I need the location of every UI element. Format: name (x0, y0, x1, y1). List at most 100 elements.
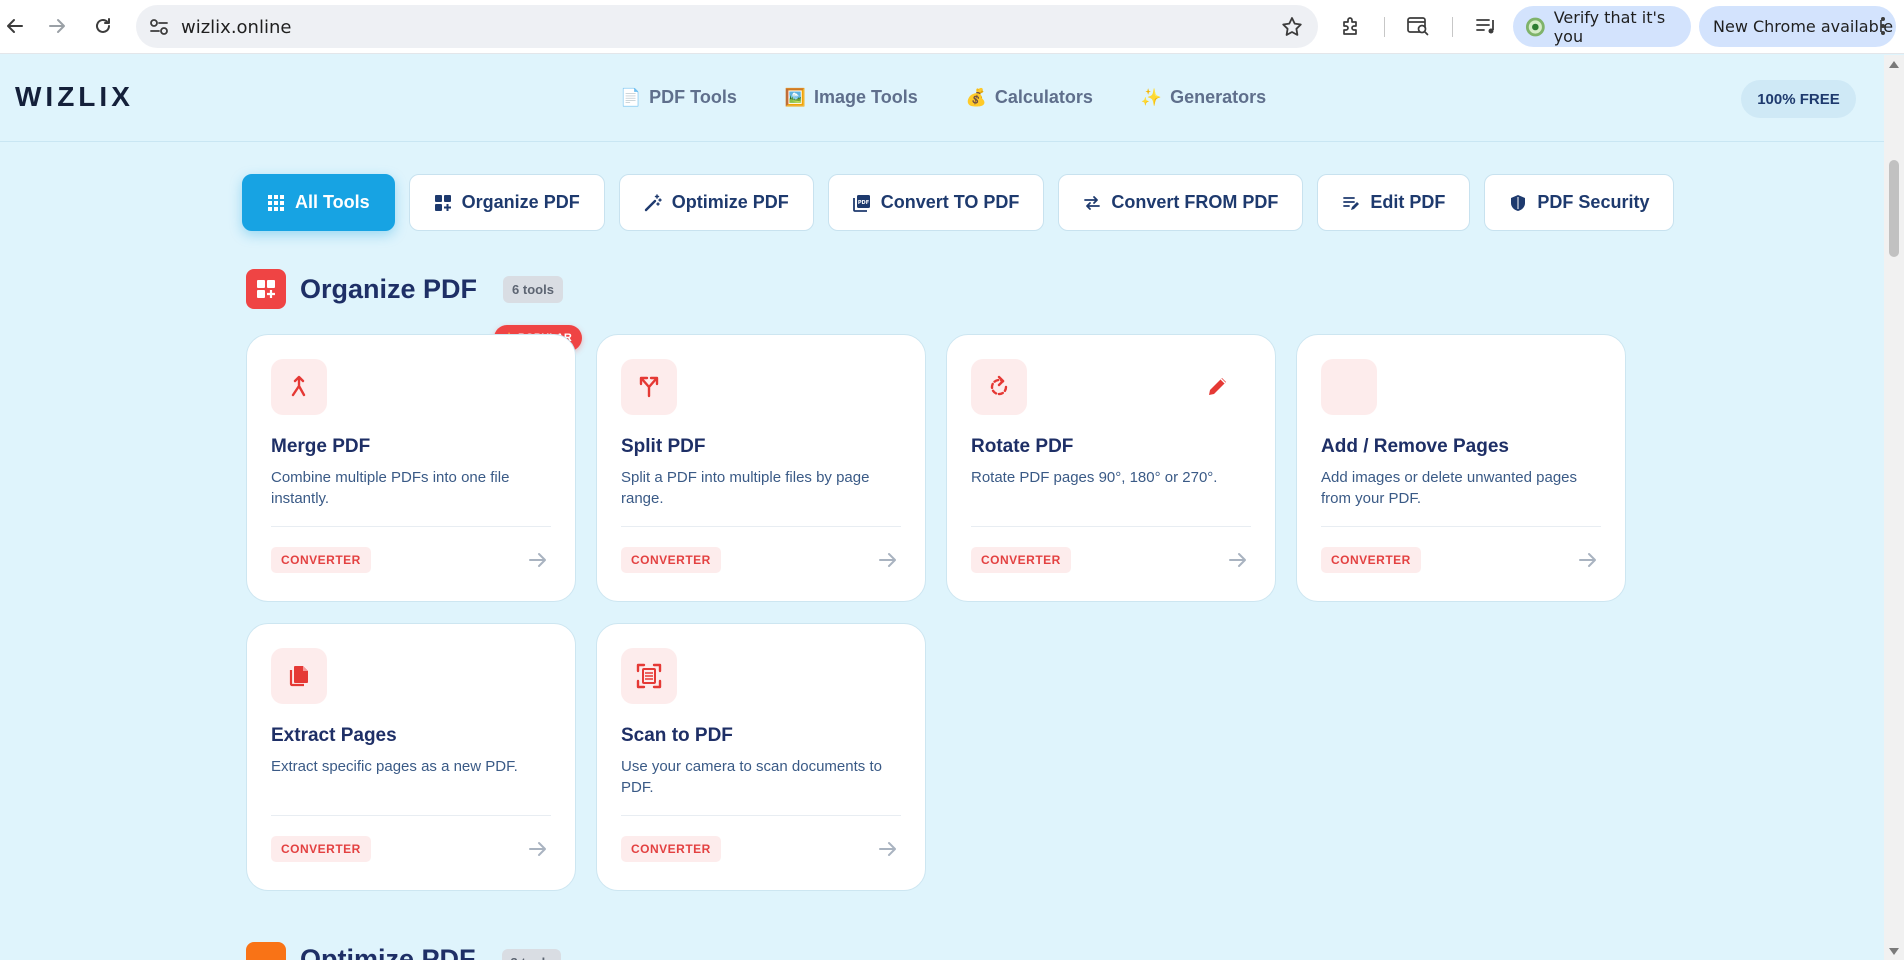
card-tag: CONVERTER (271, 836, 371, 862)
reload-icon (96, 18, 110, 33)
new-chrome-label: New Chrome available (1713, 17, 1894, 36)
extensions-button[interactable] (1337, 12, 1365, 40)
scroll-up-arrow-icon[interactable] (1889, 61, 1899, 68)
address-bar[interactable]: wizlix.online (136, 5, 1318, 48)
back-button[interactable] (0, 11, 30, 41)
card-tag: CONVERTER (621, 547, 721, 573)
organize-icon (257, 280, 275, 298)
card-description: Extract specific pages as a new PDF. (271, 758, 518, 775)
swap-arrows-icon (1084, 195, 1101, 210)
reload-button[interactable] (88, 11, 118, 41)
card-description: Add images or delete unwanted pages from… (1321, 469, 1578, 507)
category-tabs: All Tools Organize PDF Optimize PDF PDF … (242, 174, 1675, 231)
arrow-right-icon[interactable] (527, 549, 549, 571)
card-tag: CONVERTER (271, 547, 371, 573)
toolbar-separator (1452, 17, 1453, 37)
card-divider (271, 815, 551, 816)
profile-avatar-icon (1525, 17, 1545, 36)
nav-label: Image Tools (814, 87, 918, 107)
section-title: Optimize PDF (300, 943, 476, 960)
tool-card-split-pdf[interactable]: Split PDF Split a PDF into multiple file… (596, 334, 926, 602)
playlist-icon (1476, 19, 1494, 34)
forward-button[interactable] (42, 11, 72, 41)
card-divider (621, 815, 901, 816)
media-controls-button[interactable] (1472, 12, 1500, 40)
tab-convert-from-pdf[interactable]: Convert FROM PDF (1058, 174, 1304, 231)
nav-label: Generators (1170, 87, 1267, 107)
page-scrollbar[interactable] (1884, 55, 1904, 960)
card-title: Add / Remove Pages (1321, 436, 1509, 457)
card-divider (621, 526, 901, 527)
url-text[interactable]: wizlix.online (181, 17, 291, 38)
money-bag-emoji-icon: 💰 (965, 87, 987, 107)
pdf-emoji-icon: 📄 (620, 87, 642, 107)
tab-edit-pdf[interactable]: Edit PDF (1317, 174, 1471, 231)
tab-organize-pdf[interactable]: Organize PDF (408, 174, 605, 231)
card-divider (271, 526, 551, 527)
tool-card-rotate-pdf[interactable]: Rotate PDF Rotate PDF pages 90°, 180° or… (946, 334, 1276, 602)
nav-calculators[interactable]: 💰 Calculators (966, 87, 1093, 108)
arrow-right-icon[interactable] (877, 549, 899, 571)
edit-lines-icon (1343, 196, 1360, 210)
verify-identity-button[interactable]: Verify that it's you (1513, 6, 1691, 47)
card-description: Use your camera to scan documents to PDF… (621, 758, 882, 796)
tab-optimize-pdf[interactable]: Optimize PDF (618, 174, 814, 231)
tool-count-badge: 6 tools (503, 275, 563, 303)
organize-icon (434, 194, 451, 211)
nav-label: Calculators (994, 87, 1093, 107)
arrow-right-icon[interactable] (1577, 549, 1599, 571)
card-description: Rotate PDF pages 90°, 180° or 270°. (971, 469, 1218, 486)
nav-generators[interactable]: ✨ Generators (1141, 87, 1266, 108)
rotate-icon (990, 375, 1008, 396)
tab-search-button[interactable] (1404, 12, 1432, 40)
card-description: Split a PDF into multiple files by page … (621, 469, 870, 507)
tool-card-add-remove-pages[interactable]: Add / Remove Pages Add images or delete … (1296, 334, 1626, 602)
svg-text:PDF: PDF (858, 200, 869, 206)
site-settings-icon[interactable] (148, 17, 170, 37)
pdf-file-icon: PDF (852, 194, 870, 212)
tab-label: All Tools (295, 192, 370, 212)
card-icon-tile (1321, 359, 1377, 415)
shield-icon (1511, 194, 1526, 211)
tab-pdf-security[interactable]: PDF Security (1484, 174, 1675, 231)
kebab-menu-icon (1881, 17, 1885, 35)
scroll-down-arrow-icon[interactable] (1889, 948, 1899, 955)
site-logo[interactable]: WIZLIX (15, 81, 134, 113)
tab-label: Organize PDF (461, 192, 580, 212)
card-title: Scan to PDF (621, 725, 733, 746)
tool-card-scan-to-pdf[interactable]: Scan to PDF Use your camera to scan docu… (596, 623, 926, 891)
magic-wand-icon (644, 193, 662, 211)
arrow-right-icon[interactable] (1227, 549, 1249, 571)
card-divider (1321, 526, 1601, 527)
new-chrome-button[interactable]: New Chrome available (1699, 6, 1896, 47)
sparkles-emoji-icon: ✨ (1140, 87, 1163, 107)
card-icon-tile (271, 359, 327, 415)
card-icon-tile (271, 648, 327, 704)
card-title: Rotate PDF (971, 436, 1074, 457)
card-tag: CONVERTER (971, 547, 1071, 573)
card-divider (971, 526, 1251, 527)
scroll-thumb[interactable] (1889, 160, 1899, 257)
optimize-section-icon (246, 942, 286, 960)
pencil-icon[interactable] (1205, 373, 1231, 399)
nav-image-tools[interactable]: 🖼️ Image Tools (785, 87, 918, 108)
arrow-right-icon[interactable] (527, 838, 549, 860)
tab-all-tools[interactable]: All Tools (242, 174, 395, 231)
tool-card-extract-pages[interactable]: Extract Pages Extract specific pages as … (246, 623, 576, 891)
bookmark-star-icon[interactable] (1280, 15, 1304, 39)
tool-card-merge-pdf[interactable]: Merge PDF Combine multiple PDFs into one… (246, 334, 576, 602)
card-title: Extract Pages (271, 725, 397, 746)
nav-label: PDF Tools (649, 87, 737, 107)
browser-toolbar: wizlix.online Verify that it's you New C… (0, 0, 1904, 54)
arrow-right-icon[interactable] (877, 838, 899, 860)
verify-label: Verify that it's you (1553, 7, 1666, 46)
tab-convert-to-pdf[interactable]: PDF Convert TO PDF (827, 174, 1045, 231)
section-header-organize: Organize PDF 6 tools (246, 269, 563, 309)
nav-pdf-tools[interactable]: 📄 PDF Tools (620, 87, 737, 108)
grid-icon (268, 194, 284, 211)
card-icon-tile (621, 359, 677, 415)
image-emoji-icon: 🖼️ (784, 87, 807, 107)
card-icon-tile (621, 648, 677, 704)
free-badge: 100% FREE (1741, 80, 1856, 118)
tab-label: Convert FROM PDF (1111, 192, 1279, 212)
